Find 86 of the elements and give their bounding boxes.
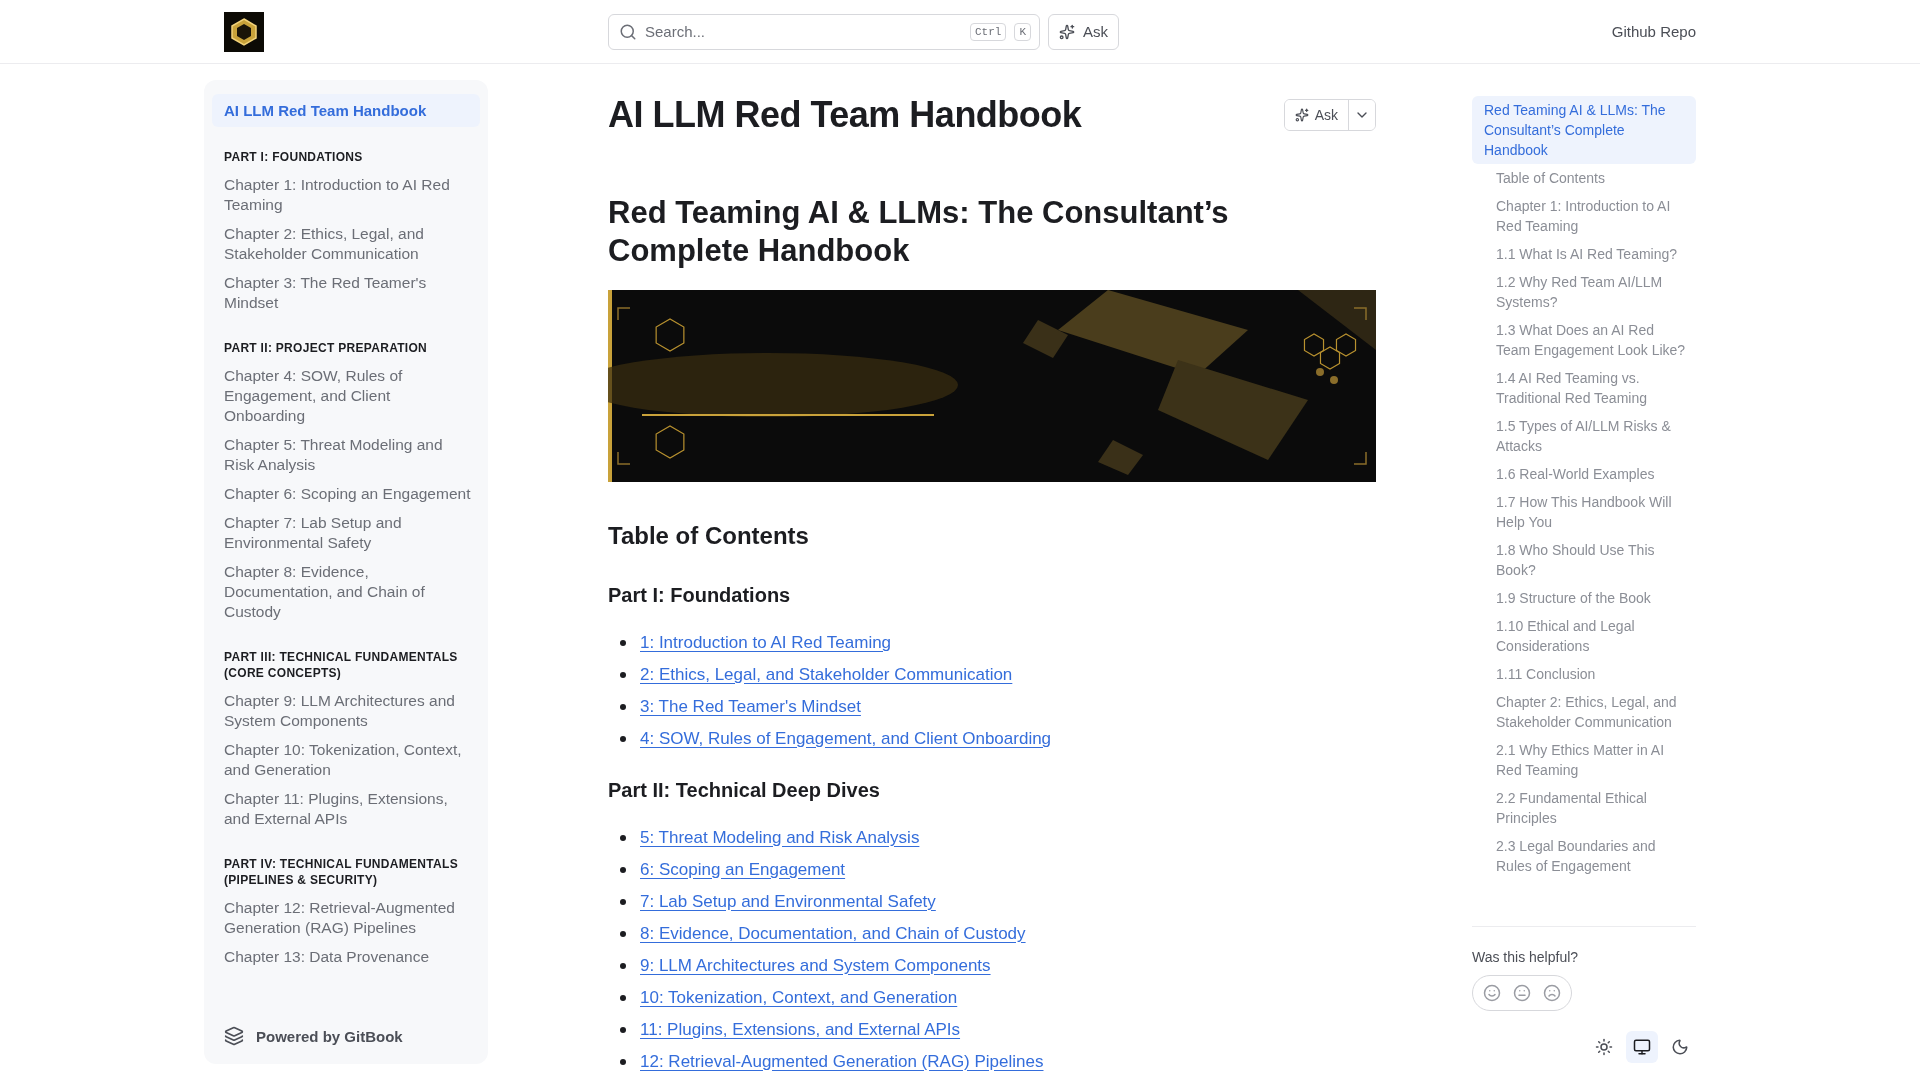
- sidebar-item[interactable]: Chapter 9: LLM Architectures and System Components: [212, 687, 480, 736]
- page-title: AI LLM Red Team Handbook: [608, 94, 1082, 136]
- sparkle-icon: [1059, 23, 1075, 40]
- ask-button[interactable]: Ask: [1284, 100, 1349, 130]
- outline-item[interactable]: 1.9 Structure of the Book: [1472, 584, 1696, 612]
- outline-item[interactable]: Chapter 1: Introduction to AI Red Teaming: [1472, 192, 1696, 240]
- outline-item[interactable]: 1.5 Types of AI/LLM Risks & Attacks: [1472, 412, 1696, 460]
- section-heading: Table of Contents: [608, 522, 810, 550]
- chapter-link[interactable]: 5: Threat Modeling and Risk Analysis: [640, 828, 920, 848]
- header-link[interactable]: Github Repo: [1611, 23, 1696, 40]
- sidebar-item[interactable]: Chapter 1: Introduction to AI Red Teaming: [212, 171, 480, 220]
- sidebar-item[interactable]: Chapter 11: Plugins, Extensions, and External APIs: [212, 785, 480, 834]
- bullet-icon: [620, 640, 626, 646]
- ask-button[interactable]: Ask: [1048, 13, 1119, 50]
- chapter-link[interactable]: 10: Tokenization, Context, and Generation: [640, 988, 958, 1008]
- sidebar-item[interactable]: Chapter 6: Scoping an Engagement: [212, 480, 480, 509]
- chapter-link[interactable]: 2: Ethics, Legal, and Stakeholder Communication: [640, 665, 1013, 685]
- monitor-icon: [1633, 1038, 1651, 1056]
- sidebar-item[interactable]: Chapter 5: Threat Modeling and Risk Analysis: [212, 431, 480, 480]
- chapter-link[interactable]: 7: Lab Setup and Environmental Safety: [640, 892, 936, 912]
- section-heading: Red Teaming AI & LLMs: The Consultant’s Complete Handbook: [608, 194, 1230, 270]
- chapter-link[interactable]: 11: Plugins, Extensions, and External APIs: [640, 1020, 961, 1040]
- chapter-link[interactable]: 8: Evidence, Documentation, and Chain of Custody: [640, 924, 1026, 944]
- layers-icon: [224, 1026, 244, 1046]
- sidebar-item[interactable]: Chapter 7: Lab Setup and Environmental Safety: [212, 509, 480, 558]
- sidebar-item[interactable]: Chapter 13: Data Provenance: [212, 943, 480, 972]
- bullet-icon: [620, 1027, 626, 1033]
- outline-item[interactable]: Table of Contents: [1472, 164, 1696, 192]
- search-field[interactable]: Search... Ctrl K: [608, 13, 1040, 50]
- chapter-link[interactable]: 3: The Red Teamer's Mindset: [640, 697, 861, 717]
- part-heading: Part I: Foundations: [608, 584, 792, 607]
- section-heading: PART IV: TECHNICAL FUNDAMENTALS (PIPELINES & SECURITY): [223, 856, 459, 888]
- outline-item[interactable]: 1.6 Real-World Examples: [1472, 460, 1696, 488]
- outline-item[interactable]: 1.10 Ethical and Legal Considerations: [1472, 612, 1696, 660]
- bullet-icon: [620, 835, 626, 841]
- theme-button[interactable]: [1626, 1031, 1658, 1063]
- chapter-link[interactable]: 9: LLM Architectures and System Components: [640, 956, 991, 976]
- sparkle-icon: [1294, 108, 1309, 122]
- neutral-face-icon: [1513, 984, 1531, 1002]
- bullet-icon: [620, 867, 626, 873]
- chapter-link[interactable]: 12: Retrieval-Augmented Generation (RAG) Pipelines: [640, 1052, 1044, 1072]
- bullet-icon: [620, 995, 626, 1001]
- outline-item[interactable]: 2.2 Fundamental Ethical Principles: [1472, 784, 1696, 832]
- chapter-link[interactable]: 1: Introduction to AI Red Teaming: [640, 633, 892, 653]
- shortcut-key: Ctrl: [970, 22, 1007, 41]
- bullet-icon: [620, 704, 626, 710]
- sidebar-item[interactable]: Chapter 12: Retrieval-Augmented Generation (RAG) Pipelines: [212, 894, 480, 943]
- outline-item[interactable]: 1.7 How This Handbook Will Help You: [1472, 488, 1696, 536]
- search-placeholder: Search...: [645, 23, 707, 40]
- outline-item[interactable]: 1.3 What Does an AI Red Team Engagement Look Like?: [1472, 316, 1696, 364]
- logo-icon[interactable]: [224, 11, 264, 52]
- shortcut-key: K: [1014, 22, 1031, 41]
- outline-item[interactable]: 1.2 Why Red Team AI/LLM Systems?: [1472, 268, 1696, 316]
- section-heading: PART II: PROJECT PREPARATION: [223, 340, 429, 356]
- search-icon: [619, 22, 637, 41]
- bullet-icon: [620, 963, 626, 969]
- bullet-icon: [620, 672, 626, 678]
- bullet-icon: [620, 931, 626, 937]
- moon-icon: [1671, 1038, 1689, 1056]
- feedback-question: Was this helpful?: [1472, 949, 1580, 965]
- outline-item[interactable]: 1.1 What Is AI Red Teaming?: [1472, 240, 1696, 268]
- sidebar-item[interactable]: Chapter 10: Tokenization, Context, and Generation: [212, 736, 480, 785]
- section-heading: PART I: FOUNDATIONS: [223, 149, 364, 165]
- sidebar-item[interactable]: Chapter 2: Ethics, Legal, and Stakeholder Communication: [212, 220, 480, 269]
- sidebar-item[interactable]: AI LLM Red Team Handbook: [212, 94, 480, 127]
- powered-by-link[interactable]: Powered by GitBook: [212, 1014, 480, 1050]
- outline-item[interactable]: 1.8 Who Should Use This Book?: [1472, 536, 1696, 584]
- bullet-icon: [620, 736, 626, 742]
- bullet-icon: [620, 1059, 626, 1065]
- outline-item[interactable]: 1.11 Conclusion: [1472, 660, 1696, 688]
- sun-icon: [1595, 1038, 1613, 1056]
- outline-item[interactable]: Chapter 2: Ethics, Legal, and Stakeholder Communication: [1472, 688, 1696, 736]
- outline-item[interactable]: Red Teaming AI & LLMs: The Consultant’s Complete Handbook: [1472, 96, 1696, 164]
- outline-item[interactable]: 2.1 Why Ethics Matter in AI Red Teaming: [1472, 736, 1696, 784]
- sidebar-item[interactable]: Chapter 3: The Red Teamer's Mindset: [212, 269, 480, 318]
- section-heading: PART III: TECHNICAL FUNDAMENTALS (CORE CONCEPTS): [223, 649, 459, 681]
- sidebar-item[interactable]: Chapter 8: Evidence, Documentation, and Chain of Custody: [212, 558, 480, 627]
- sidebar-item[interactable]: Chapter 4: SOW, Rules of Engagement, and Client Onboarding: [212, 362, 480, 431]
- bullet-icon: [620, 899, 626, 905]
- part-heading: Part II: Technical Deep Dives: [608, 779, 881, 802]
- chapter-link[interactable]: 4: SOW, Rules of Engagement, and Client Onboarding: [640, 729, 1052, 749]
- outline-item[interactable]: 1.4 AI Red Teaming vs. Traditional Red Teaming: [1472, 364, 1696, 412]
- smiley-icon: [1483, 984, 1501, 1002]
- frown-icon: [1543, 984, 1561, 1002]
- chapter-link[interactable]: 6: Scoping an Engagement: [640, 860, 846, 880]
- outline-item[interactable]: 2.3 Legal Boundaries and Rules of Engagement: [1472, 832, 1696, 880]
